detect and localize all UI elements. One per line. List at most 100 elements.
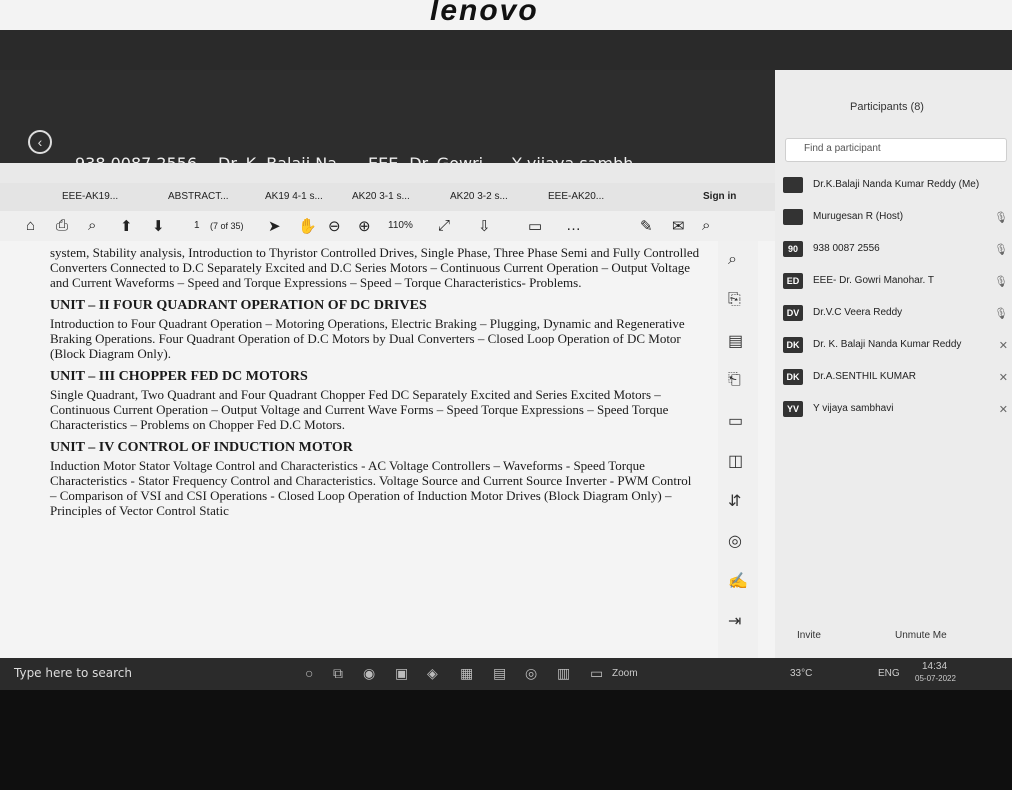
participant-name: Dr.K.Balaji Nanda Kumar Reddy (Me): [813, 179, 980, 190]
participant-row[interactable]: DV Dr.V.C Veera Reddy 🎙: [783, 298, 1012, 330]
pdf-viewer: EEE-AK19... ABSTRACT... AK19 4-1 s... AK…: [0, 163, 775, 661]
participant-name: Dr.V.C Veera Reddy: [813, 307, 903, 318]
compress-icon[interactable]: ⇵: [728, 491, 741, 511]
tab-1[interactable]: EEE-AK19...: [62, 191, 118, 202]
cortana-icon[interactable]: ○: [305, 665, 313, 681]
participant-list: Dr.K.Balaji Nanda Kumar Reddy (Me) Murug…: [783, 170, 1012, 426]
participant-row[interactable]: Murugesan R (Host) 🎙: [783, 202, 1012, 234]
page-number[interactable]: 1: [194, 220, 200, 231]
window-titlebar: [0, 163, 775, 183]
zoom-app-icon[interactable]: ▭: [590, 665, 603, 682]
weather-temp[interactable]: 33°C: [790, 668, 812, 679]
tab-4[interactable]: AK20 3-1 s...: [352, 191, 410, 202]
search-icon[interactable]: ⌕: [88, 217, 96, 234]
zoom-out-icon[interactable]: ⊖: [328, 217, 341, 235]
unit-3-heading: UNIT – III CHOPPER FED DC MOTORS: [50, 369, 308, 384]
tab-6[interactable]: EEE-AK20...: [548, 191, 604, 202]
taskbar-search[interactable]: Type here to search: [14, 666, 132, 680]
scroll-mode-icon[interactable]: ⇩: [478, 217, 491, 235]
mic-icon[interactable]: 🎙: [994, 243, 1008, 256]
more-tools-icon[interactable]: ⇥: [728, 611, 741, 631]
zoom-tool-icon[interactable]: ⌕: [728, 251, 737, 269]
avatar: DK: [783, 369, 803, 385]
mic-muted-icon[interactable]: ✕: [999, 371, 1008, 384]
app-icon-1[interactable]: ▣: [395, 665, 408, 682]
unit-2-heading: UNIT – II FOUR QUADRANT OPERATION OF DC …: [50, 298, 427, 313]
next-page-icon[interactable]: ⬇: [152, 217, 165, 235]
monitor-frame: lenovo ‹ 938 0087 2556 Dr. K. Balaji Na.…: [0, 0, 1012, 790]
mail-icon[interactable]: ✉: [672, 217, 685, 235]
invite-button[interactable]: Invite: [797, 630, 821, 641]
search-doc-icon[interactable]: ⌕: [702, 217, 710, 234]
zoom-in-icon[interactable]: ⊕: [358, 217, 371, 235]
tab-3[interactable]: AK19 4-1 s...: [265, 191, 323, 202]
participant-search-placeholder: Find a participant: [804, 143, 881, 154]
zoom-app-label: Zoom: [612, 668, 638, 679]
participant-name: EEE- Dr. Gowri Manohar. T: [813, 275, 934, 286]
mic-icon[interactable]: 🎙: [994, 275, 1008, 288]
chrome-icon[interactable]: ◉: [363, 665, 375, 682]
app-icon-4[interactable]: ▤: [493, 665, 506, 682]
comment-tool-icon[interactable]: ▭: [728, 411, 743, 431]
participant-name: 938 0087 2556: [813, 243, 880, 254]
hand-icon[interactable]: ✋: [298, 217, 317, 235]
home-icon[interactable]: ⌂: [26, 217, 35, 234]
participants-title: Participants (8): [850, 101, 924, 113]
print-icon[interactable]: ⎙: [56, 217, 68, 234]
mic-icon[interactable]: 🎙: [994, 307, 1008, 320]
mic-muted-icon[interactable]: ✕: [999, 339, 1008, 352]
app-icon-3[interactable]: ▦: [460, 665, 473, 682]
tab-2[interactable]: ABSTRACT...: [168, 191, 229, 202]
comment-icon[interactable]: ▭: [528, 217, 542, 235]
pdf-tools-rail: ⌕ ⎘ ▤ ⎗ ▭ ◫ ⇵ ◎ ✍ ⇥: [718, 241, 758, 661]
app-icon-2[interactable]: ◈: [427, 665, 438, 682]
mic-muted-icon[interactable]: ✕: [999, 403, 1008, 416]
avatar: 90: [783, 241, 803, 257]
tab-5[interactable]: AK20 3-2 s...: [450, 191, 508, 202]
participant-search-input[interactable]: Find a participant: [785, 138, 1007, 162]
avatar: [783, 177, 803, 193]
export-icon[interactable]: ⎘: [728, 291, 741, 309]
edit-icon[interactable]: ✎: [640, 217, 653, 235]
zoom-level[interactable]: 110%: [388, 220, 413, 231]
clock-date[interactable]: 05-07-2022: [915, 674, 956, 683]
participant-name: Murugesan R (Host): [813, 211, 904, 222]
screen: ‹ 938 0087 2556 Dr. K. Balaji Na... EEE-…: [0, 30, 1012, 690]
combine-icon[interactable]: ◫: [728, 451, 743, 471]
app-icon-6[interactable]: ▥: [557, 665, 570, 682]
fit-icon[interactable]: ⤢: [438, 217, 450, 234]
participant-row[interactable]: DK Dr. K. Balaji Nanda Kumar Reddy ✕: [783, 330, 1012, 362]
back-icon[interactable]: ‹: [28, 130, 52, 154]
page-count: (7 of 35): [210, 221, 244, 231]
participant-row[interactable]: YV Y vijaya sambhavi ✕: [783, 394, 1012, 426]
participant-row[interactable]: ED EEE- Dr. Gowri Manohar. T 🎙: [783, 266, 1012, 298]
fill-sign-icon[interactable]: ✍: [728, 571, 748, 591]
clock-time[interactable]: 14:34: [922, 661, 947, 672]
language-indicator[interactable]: ENG: [878, 668, 900, 679]
avatar: [783, 209, 803, 225]
organize-icon[interactable]: ▤: [728, 331, 743, 351]
participant-row[interactable]: 90 938 0087 2556 🎙: [783, 234, 1012, 266]
avatar: DV: [783, 305, 803, 321]
paragraph-2: Introduction to Four Quadrant Operation …: [50, 316, 685, 361]
task-view-icon[interactable]: ⧉: [333, 665, 343, 682]
pdf-toolbar: ⌂ ⎙ ⌕ ⬆ ⬇ 1 (7 of 35) ➤ ✋ ⊖ ⊕ 110% ⤢ ⇩ ▭…: [0, 211, 775, 241]
taskbar: Type here to search ○ ⧉ ◉ ▣ ◈ ▦ ▤ ◎ ▥ ▭ …: [0, 658, 1012, 690]
cursor-icon[interactable]: ➤: [268, 217, 281, 235]
avatar: YV: [783, 401, 803, 417]
participants-panel: Participants (8) Find a participant Dr.K…: [775, 70, 1012, 660]
prev-page-icon[interactable]: ⬆: [120, 217, 133, 235]
app-icon-5[interactable]: ◎: [525, 665, 537, 682]
pdf-page: system, Stability analysis, Introduction…: [50, 245, 700, 524]
participant-row[interactable]: Dr.K.Balaji Nanda Kumar Reddy (Me): [783, 170, 1012, 202]
participant-row[interactable]: DK Dr.A.SENTHIL KUMAR ✕: [783, 362, 1012, 394]
unmute-me-button[interactable]: Unmute Me: [895, 630, 947, 641]
unit-4-heading: UNIT – IV CONTROL OF INDUCTION MOTOR: [50, 440, 353, 455]
participant-name: Y vijaya sambhavi: [813, 403, 894, 414]
more-icon[interactable]: …: [566, 217, 581, 234]
sign-in-button[interactable]: Sign in: [703, 191, 736, 202]
paragraph-3: Single Quadrant, Two Quadrant and Four Q…: [50, 387, 669, 432]
protect-icon[interactable]: ◎: [728, 531, 742, 551]
share-icon[interactable]: ⎗: [728, 371, 741, 389]
mic-icon[interactable]: 🎙: [994, 211, 1008, 224]
